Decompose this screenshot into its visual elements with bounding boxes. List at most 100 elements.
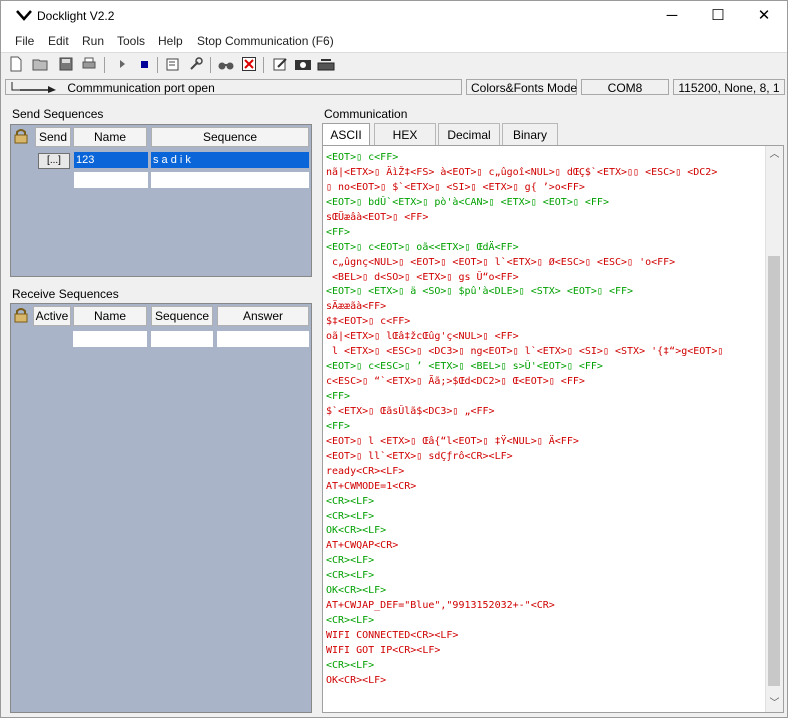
clear-icon[interactable] xyxy=(240,56,258,74)
edit-icon[interactable] xyxy=(271,56,289,74)
status-port: COM8 xyxy=(581,79,669,95)
send-column-header[interactable]: Send xyxy=(35,127,71,147)
log-line: <EOT>▯ l <ETX>▯ Œâ{“l<EOT>▯ ‡Ÿ<NUL>▯ Ä<F… xyxy=(326,435,579,447)
communication-log: <EOT>▯ c<FF> nã|<ETX>▯ ÄìŽ‡<FS> à<EOT>▯ c… xyxy=(326,151,762,689)
menu-help[interactable]: Help xyxy=(158,34,183,48)
log-line: <BEL>▯ d<SO>▯ <ETX>▯ gs Û“o<FF> xyxy=(326,271,519,283)
close-button[interactable]: ✕ xyxy=(741,1,787,31)
log-line: <CR><LF> xyxy=(326,555,375,567)
run-icon[interactable] xyxy=(113,56,131,74)
menu-edit[interactable]: Edit xyxy=(48,34,69,48)
title-bar[interactable]: Docklight V2.2 ─ ☐ ✕ xyxy=(1,1,787,31)
log-line: l <ETX>▯ <ESC>▯ <DC3>▯ ng<EOT>▯ l`<ETX>▯… xyxy=(326,346,724,358)
log-line: <FF> xyxy=(326,420,351,432)
menu-bar: File Edit Run Tools Help Stop Communicat… xyxy=(1,31,787,52)
log-line: $‡<EOT>▯ c<FF> xyxy=(326,316,411,328)
log-line: oã|<ETX>▯ lŒâ‡žcŒûg'ç<NUL>▯ <FF> xyxy=(326,331,519,343)
status-mode: Colors&Fonts Mode xyxy=(466,79,577,95)
window-title: Docklight V2.2 xyxy=(37,9,115,23)
new-receive-name-cell[interactable] xyxy=(73,331,147,347)
log-line: <EOT>▯ ll`<ETX>▯ sdÇƒrô<CR><LF> xyxy=(326,450,513,462)
docklight-window: Docklight V2.2 ─ ☐ ✕ File Edit Run Tools… xyxy=(0,0,788,718)
send-sequence-button[interactable]: [...] xyxy=(38,153,70,169)
status-settings: 115200, None, 8, 1 xyxy=(673,79,785,95)
log-line: OK<CR><LF> xyxy=(326,525,387,537)
tab-decimal[interactable]: Decimal xyxy=(438,123,500,145)
tools-icon[interactable] xyxy=(187,56,205,74)
communication-window[interactable]: <EOT>▯ c<FF> nã|<ETX>▯ ÄìŽ‡<FS> à<EOT>▯ c… xyxy=(322,145,784,713)
log-line: <EOT>▯ <ETX>▯ ä <SO>▯ $pû'à<DLE>▯ <STX> … xyxy=(326,286,634,298)
new-receive-sequence-cell[interactable] xyxy=(151,331,213,347)
menu-run[interactable]: Run xyxy=(82,34,104,48)
answer-column-header[interactable]: Answer xyxy=(217,306,309,326)
toolbar xyxy=(1,52,787,78)
tab-hex[interactable]: HEX xyxy=(374,123,436,145)
log-line: <CR><LF> xyxy=(326,510,375,522)
port-plug-icon xyxy=(10,80,64,98)
log-line: sÄææãà<FF> xyxy=(326,301,387,313)
status-message-cell: Commmunication port open xyxy=(5,79,462,95)
vertical-scrollbar[interactable]: ︿ ﹀ xyxy=(765,146,783,712)
log-line: AT+CWJAP_DEF="Blue","9913152032+-"<CR> xyxy=(326,600,555,612)
properties-icon[interactable] xyxy=(164,56,182,74)
menu-file[interactable]: File xyxy=(15,34,34,48)
log-line: <FF> xyxy=(326,391,351,402)
toolbar-separator xyxy=(263,57,264,73)
sequence-value-cell[interactable]: s a d i k xyxy=(151,152,309,168)
log-line: <FF> xyxy=(326,226,351,238)
keyboard-icon[interactable] xyxy=(317,56,335,74)
communication-label: Communication xyxy=(324,107,408,121)
receive-sequences-label: Receive Sequences xyxy=(12,287,119,301)
menu-tools[interactable]: Tools xyxy=(117,34,145,48)
log-line: sŒÜæâà<EOT>▯ <FF> xyxy=(326,211,429,223)
sequence-column-header[interactable]: Sequence xyxy=(151,127,309,147)
lock-icon[interactable] xyxy=(13,307,29,323)
toolbar-separator xyxy=(210,57,211,73)
stop-icon[interactable] xyxy=(135,56,153,74)
log-line: ▯ no<EOT>▯ $`<ETX>▯ <SI>▯ <ETX>▯ g{ ’>o<… xyxy=(326,181,585,193)
log-line: nã|<ETX>▯ ÄìŽ‡<FS> à<EOT>▯ c„ûgoî<NUL>▯ … xyxy=(326,166,718,178)
sequence-name-cell[interactable]: 123 xyxy=(74,152,148,168)
log-line: <CR><LF> xyxy=(326,570,375,582)
sequence-column-header[interactable]: Sequence xyxy=(151,306,213,326)
log-line: <EOT>▯ c<EOT>▯ oã<<ETX>▯ ŒdÄ<FF> xyxy=(326,241,519,253)
status-bar: Commmunication port open Colors&Fonts Mo… xyxy=(1,78,787,98)
new-receive-answer-cell[interactable] xyxy=(217,331,309,347)
print-icon[interactable] xyxy=(80,56,98,74)
scroll-down-icon[interactable]: ﹀ xyxy=(766,695,783,712)
name-column-header[interactable]: Name xyxy=(73,127,147,147)
name-column-header[interactable]: Name xyxy=(73,306,147,326)
lock-icon[interactable] xyxy=(13,128,29,144)
new-sequence-value-cell[interactable] xyxy=(151,172,309,188)
find-icon[interactable] xyxy=(217,56,235,74)
toolbar-separator xyxy=(157,57,158,73)
maximize-button[interactable]: ☐ xyxy=(695,1,741,31)
log-line: <EOT>▯ bdÛ`<ETX>▯ pò'à<CAN>▯ <ETX>▯ <EOT… xyxy=(326,196,609,208)
log-line: <EOT>▯ c<ESC>▯ ’ <ETX>▯ <BEL>▯ s>Û'<EOT>… xyxy=(326,361,603,373)
log-line: AT+CWQAP<CR> xyxy=(326,540,399,552)
receive-sequences-panel: Active Name Sequence Answer xyxy=(10,303,312,713)
log-line: <CR><LF> xyxy=(326,615,375,627)
log-line: <CR><LF> xyxy=(326,659,375,671)
menu-stop-communication[interactable]: Stop Communication (F6) xyxy=(197,34,334,48)
log-line: c„ûgnç<NUL>▯ <EOT>▯ <EOT>▯ l`<ETX>▯ Ø<ES… xyxy=(326,256,676,268)
log-line: $`<ETX>▯ ŒãsÛlã$<DC3>▯ „<FF> xyxy=(326,405,495,417)
new-sequence-name-cell[interactable] xyxy=(74,172,148,188)
log-line: WIFI GOT IP<CR><LF> xyxy=(326,644,441,656)
scrollbar-thumb[interactable] xyxy=(768,256,780,686)
log-line: OK<CR><LF> xyxy=(326,674,387,686)
new-file-icon[interactable] xyxy=(7,56,25,74)
log-line: <CR><LF> xyxy=(326,495,375,507)
tab-ascii[interactable]: ASCII xyxy=(322,123,370,145)
send-sequences-panel: Send Name Sequence [...] 123 s a d i k xyxy=(10,124,312,277)
tab-binary[interactable]: Binary xyxy=(502,123,558,145)
active-column-header[interactable]: Active xyxy=(33,306,71,326)
toolbar-separator xyxy=(104,57,105,73)
scroll-up-icon[interactable]: ︿ xyxy=(766,146,783,163)
snapshot-icon[interactable] xyxy=(294,56,312,74)
open-folder-icon[interactable] xyxy=(32,56,50,74)
save-icon[interactable] xyxy=(57,56,75,74)
background-window-edge xyxy=(788,0,794,720)
minimize-button[interactable]: ─ xyxy=(649,1,695,31)
status-message: Commmunication port open xyxy=(67,81,215,95)
